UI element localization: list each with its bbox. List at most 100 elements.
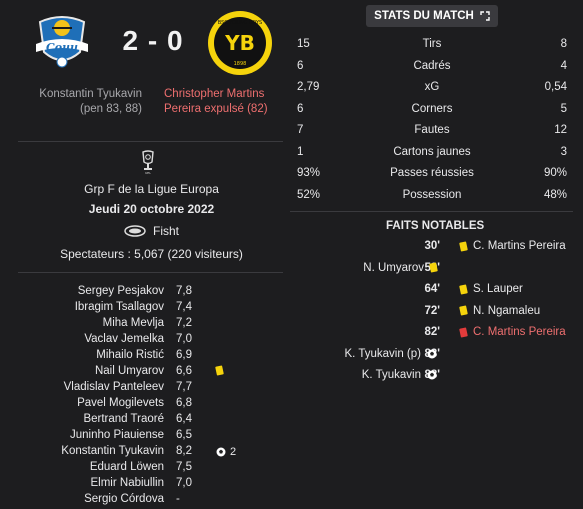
event-row: 82' C. Martins Pereira	[290, 323, 583, 345]
spectators: Spectateurs : 5,067 (220 visiteurs)	[60, 247, 243, 261]
away-team-crest[interactable]: YB BSC YOUNG BOYS 1898	[207, 10, 273, 76]
player-name[interactable]: Sergio Córdova	[84, 493, 164, 505]
stat-label: xG	[424, 81, 440, 93]
event-player[interactable]: C. Martins Pereira	[473, 326, 566, 338]
player-name[interactable]: Miha Mevlja	[103, 317, 164, 329]
player-row[interactable]: Ibragim Tsallagov 7,4	[0, 301, 283, 317]
player-row[interactable]: Nail Umyarov 6,6	[0, 365, 283, 381]
player-rating: 8,2	[176, 445, 192, 457]
stat-row: 1 Cartons jaunes 3	[297, 144, 567, 166]
match-score: 2 - 0	[122, 25, 184, 56]
away-event: S. Lauper	[459, 283, 523, 295]
player-event: 2	[216, 446, 236, 458]
red-card-icon	[459, 326, 468, 338]
player-row[interactable]: Mihailo Ristić 6,9	[0, 349, 283, 365]
home-scorer-minutes: (pen 83, 88)	[79, 103, 142, 115]
stat-away-value: 4	[560, 59, 567, 72]
player-row[interactable]: Sergio Córdova -	[0, 493, 283, 509]
event-row: 88'K. Tyukavin	[290, 366, 583, 388]
home-crest-text: Сочи	[46, 41, 78, 54]
player-name[interactable]: Pavel Mogilevets	[77, 397, 164, 409]
player-row[interactable]: Pavel Mogilevets 6,8	[0, 397, 283, 413]
event-player[interactable]: S. Lauper	[473, 283, 523, 295]
expand-icon	[480, 11, 490, 21]
stat-away-value: 0,54	[544, 81, 567, 93]
stat-away-value: 5	[560, 102, 567, 115]
player-name[interactable]: Konstantin Tyukavin	[61, 445, 164, 457]
divider	[18, 272, 283, 273]
event-row: 30' C. Martins Pereira	[290, 237, 583, 259]
away-event: N. Ngamaleu	[459, 305, 540, 317]
player-name[interactable]: Nail Umyarov	[95, 365, 164, 377]
stadium-name[interactable]: Fisht	[153, 224, 179, 238]
player-name[interactable]: Vladislav Panteleev	[64, 381, 164, 393]
stat-row: 52% Possession 48%	[297, 187, 567, 209]
europa-league-icon: UEL	[142, 150, 154, 174]
player-name[interactable]: Elmir Nabiullin	[91, 477, 165, 489]
player-name[interactable]: Ibragim Tsallagov	[75, 301, 164, 313]
player-event-count: 2	[230, 446, 237, 458]
event-minute: 30'	[424, 240, 440, 252]
yellow-card-icon	[459, 283, 468, 295]
player-row[interactable]: Eduard Löwen 7,5	[0, 461, 283, 477]
player-row[interactable]: Konstantin Tyukavin 8,2 2	[0, 445, 283, 461]
player-row[interactable]: Miha Mevlja 7,2	[0, 317, 283, 333]
player-row[interactable]: Elmir Nabiullin 7,0	[0, 477, 283, 493]
player-row[interactable]: Juninho Piauiense 6,5	[0, 429, 283, 445]
player-name[interactable]: Sergey Pesjakov	[78, 285, 164, 297]
player-rating: 6,5	[176, 429, 192, 441]
event-row: 83'K. Tyukavin (p)	[290, 345, 583, 367]
stat-label: Passes réussies	[390, 167, 474, 179]
player-rating: 6,9	[176, 349, 192, 361]
player-rating: 7,0	[176, 477, 192, 489]
home-scorer-name[interactable]: Konstantin Tyukavin	[20, 87, 142, 102]
stat-row: 7 Fautes 12	[297, 122, 567, 144]
stat-label: Fautes	[414, 124, 450, 136]
event-player[interactable]: K. Tyukavin	[362, 369, 421, 381]
event-player[interactable]: K. Tyukavin (p)	[345, 348, 422, 360]
home-scorers: Konstantin Tyukavin (pen 83, 88)	[20, 87, 142, 117]
away-dismissal-line-1[interactable]: Christopher Martins	[164, 87, 280, 102]
yellow-card-icon	[215, 365, 224, 376]
home-event: N. Umyarov	[363, 262, 438, 274]
divider	[290, 211, 573, 212]
event-player[interactable]: N. Ngamaleu	[473, 305, 540, 317]
match-summary-panel: Сочи 2 - 0 YB BSC YOUNG BOYS 1898 Konsta…	[0, 0, 283, 508]
home-event: K. Tyukavin	[362, 369, 437, 381]
player-rating: 6,6	[176, 365, 192, 377]
away-event: C. Martins Pereira	[459, 240, 566, 252]
player-name[interactable]: Bertrand Traoré	[83, 413, 164, 425]
away-crest-ring-text: BSC YOUNG BOYS	[218, 20, 262, 26]
player-name[interactable]: Mihailo Ristić	[96, 349, 164, 361]
match-stats-title: STATS DU MATCH	[374, 10, 474, 22]
stat-row: 6 Corners 5	[297, 101, 567, 123]
stat-row: 2,79 xG 0,54	[297, 79, 567, 101]
match-date: Jeudi 20 octobre 2022	[88, 202, 215, 216]
yellow-card-icon	[459, 305, 468, 316]
event-player[interactable]: N. Umyarov	[363, 262, 424, 274]
player-row[interactable]: Vaclav Jemelka 7,0	[0, 333, 283, 349]
stat-away-value: 48%	[543, 188, 567, 201]
away-event: C. Martins Pereira	[459, 326, 566, 338]
event-minute: 72'	[424, 304, 440, 317]
player-name[interactable]: Vaclav Jemelka	[84, 333, 164, 345]
stat-row: 93% Passes réussies 90%	[297, 165, 567, 187]
player-row[interactable]: Vladislav Panteleev 7,7	[0, 381, 283, 397]
player-rating: 7,7	[176, 381, 192, 393]
home-team-crest[interactable]: Сочи	[30, 8, 94, 72]
event-player[interactable]: C. Martins Pereira	[473, 240, 566, 252]
player-name[interactable]: Eduard Löwen	[90, 461, 164, 473]
match-stats-button[interactable]: STATS DU MATCH	[366, 5, 498, 27]
player-rating: 7,5	[176, 461, 192, 473]
yellow-card-icon	[459, 240, 468, 252]
home-event: K. Tyukavin (p)	[345, 348, 438, 360]
stat-label: Cartons jaunes	[393, 145, 471, 158]
divider	[18, 141, 283, 142]
player-name[interactable]: Juninho Piauiense	[70, 429, 164, 441]
player-rating: 7,0	[176, 333, 192, 345]
stat-label: Corners	[411, 102, 453, 115]
event-minute: 64'	[424, 283, 440, 295]
competition-name[interactable]: Grp F de la Ligue Europa	[0, 182, 303, 196]
player-row[interactable]: Bertrand Traoré 6,4	[0, 413, 283, 429]
player-row[interactable]: Sergey Pesjakov 7,8	[0, 285, 283, 301]
